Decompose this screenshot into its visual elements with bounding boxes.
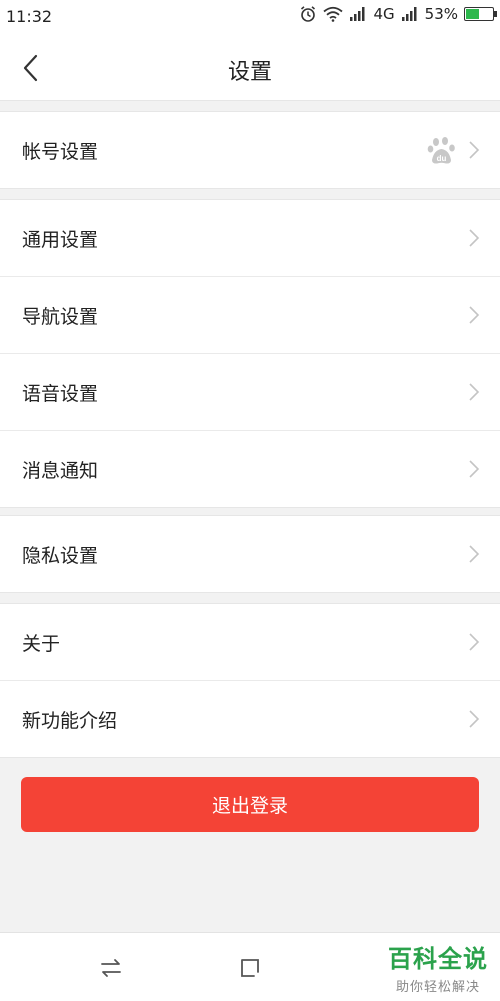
settings-item-navigation[interactable]: 导航设置 [0,277,500,354]
signal-icon [401,7,417,21]
watermark-logo: 百科全说 助你轻松解决 [388,939,488,995]
settings-group-general: 通用设置 导航设置 语音设置 消息通知 [0,199,500,508]
battery-icon [464,7,497,21]
chevron-right-icon [469,141,480,159]
settings-item-label: 消息通知 [22,459,99,482]
settings-item-general[interactable]: 通用设置 [0,200,500,277]
logout-button[interactable]: 退出登录 [21,777,479,832]
svg-text:du: du [437,154,447,163]
settings-group-about: 关于 新功能介绍 [0,603,500,758]
settings-item-account[interactable]: 帐号设置 du [0,112,500,188]
baidu-paw-icon: du [427,137,455,164]
chevron-right-icon [469,545,480,563]
settings-item-label: 新功能介绍 [22,709,118,732]
page-title: 设置 [227,60,272,85]
alarm-icon [301,6,316,22]
settings-item-notifications[interactable]: 消息通知 [0,431,500,507]
wifi-icon [323,6,344,22]
watermark-subtitle: 助你轻松解决 [395,980,480,995]
settings-item-label: 关于 [22,632,61,655]
settings-item-about[interactable]: 关于 [0,604,500,681]
settings-item-label: 通用设置 [22,228,99,251]
settings-item-new-features[interactable]: 新功能介绍 [0,681,500,757]
chevron-right-icon [469,460,480,478]
system-nav-bar: 百科全说 助你轻松解决 [0,932,500,1001]
signal-icon [350,7,365,21]
status-time: 11:32 [6,7,53,26]
settings-item-label: 语音设置 [22,382,99,405]
chevron-right-icon [469,710,480,728]
chevron-right-icon [469,383,480,401]
settings-item-label: 隐私设置 [22,544,99,567]
settings-item-label: 导航设置 [22,305,99,328]
chevron-right-icon [469,229,480,247]
settings-group-account: 帐号设置 du [0,111,500,189]
nav-bar: 设置 [0,36,500,101]
battery-fill [466,9,479,19]
settings-item-voice[interactable]: 语音设置 [0,354,500,431]
battery-percent: 53% [424,5,458,23]
switch-arrows-icon[interactable] [98,955,124,981]
network-type: 4G [373,5,395,23]
status-icons: 4G 53% [299,5,497,23]
chevron-right-icon [469,306,480,324]
watermark-title: 百科全说 [388,945,488,973]
square-nav-icon[interactable] [237,955,263,981]
status-bar: 11:32 4G 53% [0,0,500,36]
settings-item-label: 帐号设置 [22,140,99,163]
settings-group-privacy: 隐私设置 [0,515,500,593]
chevron-right-icon [469,633,480,651]
settings-item-privacy[interactable]: 隐私设置 [0,516,500,592]
